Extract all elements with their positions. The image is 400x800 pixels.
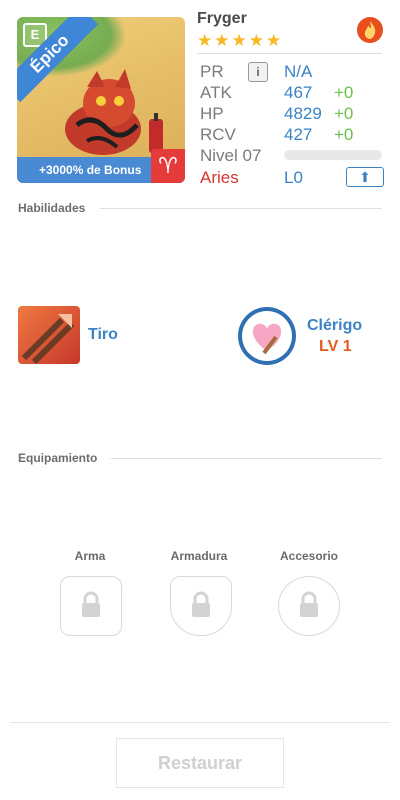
monster-card[interactable]: E Épico +3000% de Bonus ♈	[17, 17, 185, 183]
level-label: Nivel 07	[200, 146, 262, 165]
pr-label: PR	[200, 62, 224, 81]
upgrade-button[interactable]: ⬆	[346, 167, 384, 187]
lock-icon	[82, 591, 100, 617]
sign-label: Aries	[200, 168, 239, 187]
star-icon: ★	[231, 31, 247, 50]
skills-section-divider	[100, 208, 382, 209]
footer-divider	[10, 722, 390, 723]
monster-name: Fryger	[197, 10, 247, 27]
level-progress-bar	[284, 150, 382, 160]
class-badge-inner	[242, 311, 292, 361]
info-icon[interactable]: i	[248, 62, 268, 82]
sign-level-value: L0	[284, 168, 303, 187]
class-level: LV 1	[319, 338, 352, 355]
skills-section-title: Habilidades	[18, 201, 86, 215]
star-icon: ★	[197, 31, 213, 50]
class-badge[interactable]	[238, 307, 296, 365]
star-rating: ★ ★ ★ ★ ★	[197, 31, 281, 51]
skill-name[interactable]: Tiro	[88, 326, 118, 344]
accessory-slot[interactable]	[278, 576, 340, 636]
equipment-section-title: Equipamiento	[18, 451, 98, 465]
bonus-label: +3000% de Bonus	[39, 163, 142, 177]
hp-plus: +0	[334, 104, 354, 123]
skill-icon[interactable]	[18, 306, 80, 364]
heart-icon	[252, 323, 282, 355]
weapon-slot[interactable]	[60, 576, 122, 636]
restore-button[interactable]: Restaurar	[116, 738, 284, 788]
atk-value: 467	[284, 83, 313, 102]
armor-slot[interactable]	[170, 576, 232, 636]
equipment-section-divider	[111, 458, 382, 459]
rcv-label: RCV	[200, 125, 236, 144]
class-name[interactable]: Clérigo	[307, 317, 362, 335]
atk-label: ATK	[200, 83, 232, 102]
weapon-slot-label: Arma	[74, 549, 106, 563]
fire-element-icon	[357, 17, 383, 43]
pr-value: N/A	[284, 62, 313, 81]
armor-slot-label: Armadura	[170, 549, 228, 563]
star-icon: ★	[214, 31, 230, 50]
atk-plus: +0	[334, 83, 354, 102]
hp-value: 4829	[284, 104, 322, 123]
arrows-icon	[21, 314, 75, 364]
rcv-value: 427	[284, 125, 313, 144]
accessory-slot-label: Accesorio	[279, 549, 339, 563]
hp-label: HP	[200, 104, 224, 123]
rcv-plus: +0	[334, 125, 354, 144]
star-icon: ★	[248, 31, 264, 50]
aries-zodiac-icon: ♈	[151, 149, 185, 183]
star-icon: ★	[266, 31, 282, 50]
lock-icon	[300, 591, 318, 617]
lock-icon	[192, 591, 210, 617]
header-divider	[197, 53, 382, 54]
